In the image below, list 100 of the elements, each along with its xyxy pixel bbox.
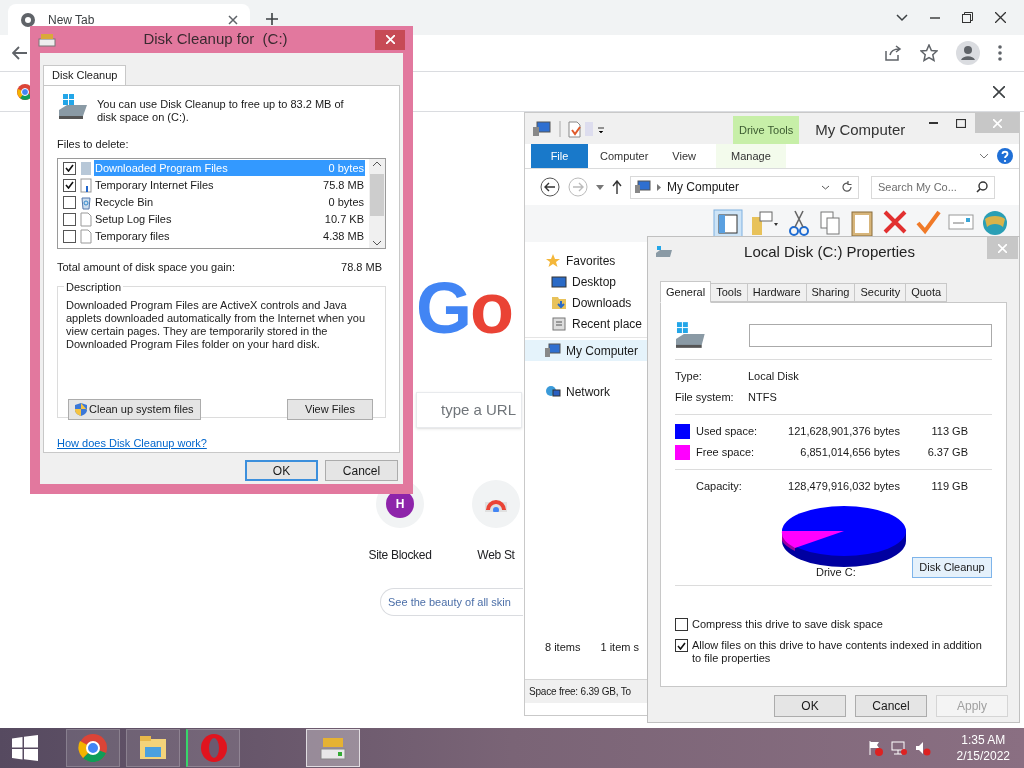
dialog-tab[interactable]: Disk Cleanup bbox=[43, 65, 127, 85]
checkbox[interactable] bbox=[63, 212, 76, 226]
disk-cleanup-button[interactable]: Disk Cleanup bbox=[912, 557, 992, 578]
view-files-button[interactable]: View Files bbox=[287, 399, 373, 420]
share-icon[interactable] bbox=[884, 45, 902, 61]
address-bar[interactable]: My Computer bbox=[630, 175, 859, 199]
check-icon bbox=[677, 641, 686, 650]
layout-icon[interactable] bbox=[713, 208, 743, 239]
close-icon[interactable] bbox=[993, 85, 1005, 98]
nav-item[interactable]: Network bbox=[525, 381, 649, 402]
close-icon bbox=[998, 243, 1007, 253]
field-label: Type: bbox=[675, 369, 703, 385]
scroll-up-icon[interactable] bbox=[373, 160, 381, 166]
quick-access-icon[interactable] bbox=[557, 120, 607, 138]
restore-icon[interactable] bbox=[962, 12, 973, 23]
file-item[interactable]: Temporary Internet Files 75.8 MB bbox=[94, 177, 365, 193]
file-item[interactable]: Temporary files 4.38 MB bbox=[94, 228, 365, 244]
cleanup-system-button[interactable]: Clean up system files bbox=[68, 399, 201, 420]
profile-icon[interactable] bbox=[956, 41, 980, 65]
close-button[interactable] bbox=[375, 29, 405, 50]
close-icon[interactable] bbox=[228, 14, 238, 25]
drive-icon bbox=[656, 246, 672, 258]
field-label: File system: bbox=[675, 390, 735, 406]
up-icon[interactable] bbox=[612, 180, 622, 194]
checkbox[interactable] bbox=[675, 618, 688, 631]
dialog-button[interactable]: Cancel bbox=[325, 460, 398, 481]
network-icon bbox=[545, 384, 561, 399]
dialog-tab[interactable]: General bbox=[660, 281, 712, 303]
close-icon bbox=[385, 35, 395, 44]
file-item[interactable]: Setup Log Files 10.7 KB bbox=[94, 211, 365, 227]
field-value: 113 GB bbox=[930, 424, 968, 440]
nav-item[interactable]: Favorites bbox=[525, 250, 649, 271]
dialog-button[interactable]: OK bbox=[774, 695, 846, 717]
clock-date[interactable]: 2/15/2022 bbox=[956, 748, 1010, 764]
file-name: Downloaded Program Files bbox=[95, 160, 229, 176]
search-field[interactable]: Search My Co... bbox=[871, 175, 995, 199]
close-icon[interactable] bbox=[995, 12, 1006, 23]
taskbar-app[interactable] bbox=[306, 729, 360, 767]
nav-item[interactable]: Recent place bbox=[525, 313, 649, 334]
disk-cleanup-icon bbox=[38, 32, 56, 47]
file-size: 0 bytes bbox=[328, 160, 364, 176]
computer-icon[interactable] bbox=[533, 121, 551, 137]
file-icon bbox=[79, 177, 93, 193]
dialog-tab[interactable]: Security bbox=[855, 283, 907, 302]
refresh-icon[interactable] bbox=[841, 181, 853, 193]
flag-icon[interactable] bbox=[866, 740, 883, 756]
taskbar-app[interactable] bbox=[126, 729, 180, 767]
checkbox-label: Allow files on this drive to have contents indexed in addition to file properties bbox=[692, 639, 983, 665]
chevron-icon[interactable] bbox=[896, 13, 908, 22]
dialog-tab[interactable]: Tools bbox=[711, 283, 748, 302]
nav-item[interactable]: Downloads bbox=[525, 292, 649, 313]
chevron-icon[interactable] bbox=[979, 153, 989, 159]
start-icon[interactable] bbox=[12, 735, 38, 761]
search-field[interactable]: type a URL bbox=[416, 392, 522, 428]
network-icon[interactable] bbox=[890, 740, 907, 756]
clock-time[interactable]: 1:35 AM bbox=[961, 732, 1006, 748]
dialog-button[interactable]: Cancel bbox=[855, 695, 927, 717]
back-icon[interactable] bbox=[540, 177, 560, 197]
breadcrumb-arrow-icon bbox=[657, 183, 661, 191]
dropdown-icon[interactable] bbox=[596, 184, 604, 190]
menu-icon[interactable] bbox=[998, 45, 1002, 61]
scrollbar[interactable] bbox=[369, 158, 385, 248]
taskbar-app[interactable] bbox=[186, 729, 240, 767]
checkbox[interactable] bbox=[63, 161, 76, 175]
file-icon bbox=[79, 211, 93, 227]
context-tab-label: Drive Tools bbox=[733, 116, 800, 144]
file-icon bbox=[79, 160, 93, 176]
new-tab-icon[interactable] bbox=[266, 13, 278, 25]
shortcut-label[interactable]: Site Blocked bbox=[368, 546, 432, 564]
dialog-button[interactable]: OK bbox=[245, 460, 318, 481]
checkbox[interactable] bbox=[63, 229, 76, 243]
message-text: You can use Disk Cleanup to free up to 83.2 MB of disk space on (C:). bbox=[97, 97, 345, 124]
help-link[interactable]: How does Disk Cleanup work? bbox=[57, 435, 207, 452]
star-icon[interactable] bbox=[920, 44, 938, 62]
field-value: 119 GB bbox=[930, 479, 968, 495]
scroll-thumb[interactable] bbox=[370, 174, 384, 216]
ribbon-tab[interactable]: Computer bbox=[588, 144, 661, 168]
back-icon[interactable] bbox=[12, 46, 28, 60]
shortcut-label[interactable]: Web St bbox=[477, 546, 515, 564]
help-icon[interactable] bbox=[997, 148, 1013, 164]
ribbon-tab[interactable]: View bbox=[660, 144, 708, 168]
dropdown-icon[interactable] bbox=[821, 184, 830, 190]
dialog-tab[interactable]: Quota bbox=[906, 283, 948, 302]
field-label: Used space: bbox=[696, 424, 759, 440]
taskbar-app[interactable] bbox=[66, 729, 120, 767]
speaker-icon[interactable] bbox=[914, 740, 931, 756]
ribbon-tab[interactable]: File bbox=[531, 144, 588, 168]
dialog-tab[interactable]: Sharing bbox=[806, 283, 856, 302]
ribbon-tab[interactable]: Manage bbox=[715, 144, 786, 168]
checkbox[interactable] bbox=[63, 195, 76, 209]
nav-item[interactable]: Desktop bbox=[525, 271, 649, 292]
scroll-down-icon[interactable] bbox=[373, 240, 381, 246]
checkbox[interactable] bbox=[675, 639, 688, 652]
checkbox[interactable] bbox=[63, 178, 76, 192]
nav-item[interactable]: My Computer bbox=[525, 340, 649, 361]
logo-text: Go bbox=[416, 272, 512, 344]
file-item[interactable]: Recycle Bin 0 bytes bbox=[94, 194, 365, 210]
dialog-tab[interactable]: Hardware bbox=[747, 283, 807, 302]
scissors-icon[interactable] bbox=[787, 208, 811, 239]
name-field[interactable] bbox=[748, 323, 992, 347]
